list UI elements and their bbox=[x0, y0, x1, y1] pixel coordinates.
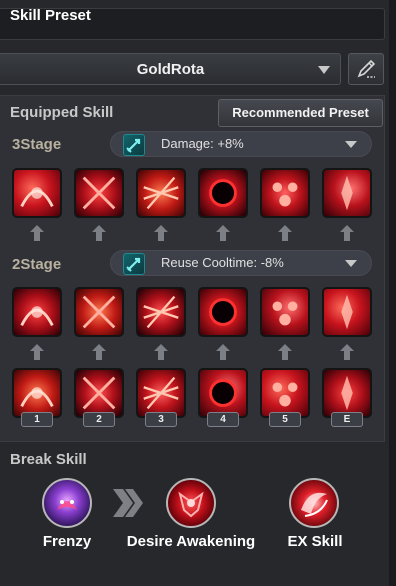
arrow-up-icon bbox=[216, 344, 230, 360]
pencil-icon bbox=[357, 59, 376, 78]
stage-2-skill-1-icon[interactable] bbox=[12, 287, 62, 337]
stage-2-effect-dropdown[interactable]: Reuse Cooltime: -8% bbox=[110, 250, 372, 276]
slot-key-1: 1 bbox=[21, 412, 53, 427]
stage-3-skill-1-icon[interactable] bbox=[12, 168, 62, 218]
ex-skill-icon[interactable] bbox=[289, 478, 339, 528]
base-skill-1-icon[interactable] bbox=[12, 368, 62, 418]
stage-2-effect-text: Reuse Cooltime: -8% bbox=[161, 255, 284, 270]
stage-3-effect-text: Damage: +8% bbox=[161, 136, 244, 151]
slot-key-6: E bbox=[331, 412, 363, 427]
arrow-up-icon bbox=[92, 225, 106, 241]
preset-name: GoldRota bbox=[136, 61, 205, 78]
preset-dropdown[interactable]: GoldRota bbox=[0, 53, 341, 85]
base-skill-5-icon[interactable] bbox=[260, 368, 310, 418]
stage-3-label: 3Stage bbox=[12, 136, 62, 153]
stage-2-skill-5-icon[interactable] bbox=[260, 287, 310, 337]
stage-2-label: 2Stage bbox=[12, 256, 62, 273]
chevron-down-icon bbox=[318, 66, 330, 74]
slot-key-5: 5 bbox=[269, 412, 301, 427]
base-skill-4-icon[interactable] bbox=[198, 368, 248, 418]
desire-awakening-label: Desire Awakening bbox=[126, 533, 256, 550]
chevron-down-icon bbox=[345, 260, 357, 267]
stage-3-skill-2-icon[interactable] bbox=[74, 168, 124, 218]
stage-3-effect-dropdown[interactable]: Damage: +8% bbox=[110, 131, 372, 157]
sword-up-icon bbox=[123, 134, 145, 156]
stage-3-skill-5-icon[interactable] bbox=[260, 168, 310, 218]
arrow-up-icon bbox=[154, 344, 168, 360]
base-skill-2-icon[interactable] bbox=[74, 368, 124, 418]
ex-skill-label: EX Skill bbox=[287, 533, 343, 550]
desire-awakening-skill-icon[interactable] bbox=[166, 478, 216, 528]
double-chevron-right-icon bbox=[113, 489, 143, 517]
arrow-up-icon bbox=[278, 344, 292, 360]
page-title: Skill Preset bbox=[10, 7, 91, 24]
equipped-skill-label: Equipped Skill bbox=[10, 104, 114, 121]
arrow-up-icon bbox=[278, 225, 292, 241]
frenzy-label: Frenzy bbox=[42, 533, 92, 550]
stage-3-skill-6-icon[interactable] bbox=[322, 168, 372, 218]
scrollbar-track[interactable] bbox=[389, 0, 396, 586]
stage-2-skill-2-icon[interactable] bbox=[74, 287, 124, 337]
stage-2-skill-4-icon[interactable] bbox=[198, 287, 248, 337]
arrow-up-icon bbox=[154, 225, 168, 241]
stage-3-skill-3-icon[interactable] bbox=[136, 168, 186, 218]
recommended-preset-button[interactable]: Recommended Preset bbox=[218, 99, 383, 127]
arrow-up-icon bbox=[216, 225, 230, 241]
arrow-up-icon bbox=[30, 344, 44, 360]
break-skill-label: Break Skill bbox=[10, 451, 87, 468]
base-skill-3-icon[interactable] bbox=[136, 368, 186, 418]
frenzy-skill-icon[interactable] bbox=[42, 478, 92, 528]
arrow-up-icon bbox=[340, 344, 354, 360]
stage-2-skill-6-icon[interactable] bbox=[322, 287, 372, 337]
arrow-up-icon bbox=[30, 225, 44, 241]
sword-up-icon bbox=[123, 253, 145, 275]
stage-2-skill-3-icon[interactable] bbox=[136, 287, 186, 337]
arrow-up-icon bbox=[92, 344, 106, 360]
slot-key-3: 3 bbox=[145, 412, 177, 427]
base-skill-6-icon[interactable] bbox=[322, 368, 372, 418]
chevron-down-icon bbox=[345, 141, 357, 148]
slot-key-2: 2 bbox=[83, 412, 115, 427]
edit-preset-button[interactable] bbox=[348, 53, 384, 85]
slot-key-4: 4 bbox=[207, 412, 239, 427]
stage-3-skill-4-icon[interactable] bbox=[198, 168, 248, 218]
arrow-up-icon bbox=[340, 225, 354, 241]
